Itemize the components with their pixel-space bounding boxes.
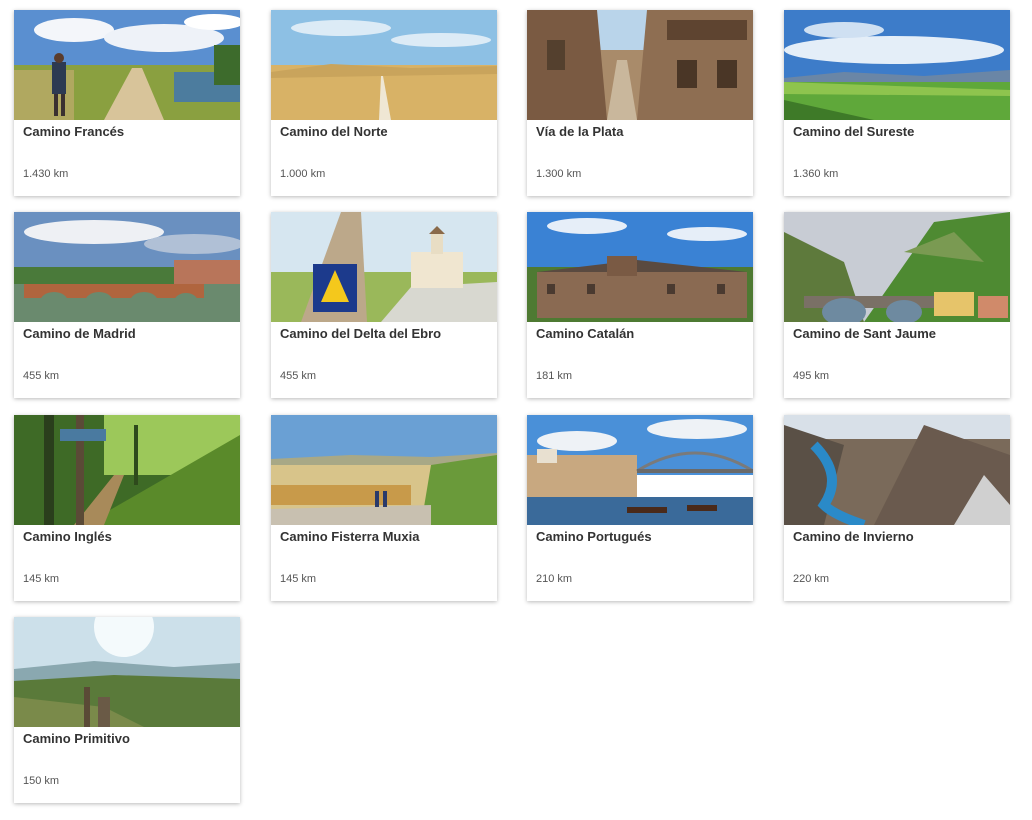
route-distance: 1.300 km bbox=[536, 168, 582, 180]
route-photo bbox=[527, 212, 753, 322]
route-photo bbox=[14, 415, 240, 525]
route-photo bbox=[14, 617, 240, 727]
route-card-primitivo[interactable]: Camino Primitivo 150 km bbox=[14, 617, 240, 803]
route-name: Vía de la Plata bbox=[536, 124, 624, 139]
route-photo bbox=[271, 415, 497, 525]
route-photo bbox=[784, 10, 1010, 120]
route-distance: 145 km bbox=[280, 573, 317, 585]
route-name: Camino del Delta del Ebro bbox=[280, 326, 442, 341]
route-distance: 495 km bbox=[793, 370, 830, 382]
route-name: Camino de Sant Jaume bbox=[793, 326, 937, 341]
route-card-fisterra-muxia[interactable]: Camino Fisterra Muxia 145 km bbox=[271, 415, 497, 601]
route-card-portugues[interactable]: Camino Portugués 210 km bbox=[527, 415, 753, 601]
route-photo bbox=[14, 212, 240, 322]
route-photo bbox=[271, 10, 497, 120]
route-card-norte[interactable]: Camino del Norte 1.000 km bbox=[271, 10, 497, 196]
route-photo bbox=[784, 212, 1010, 322]
route-name: Camino Inglés bbox=[23, 529, 112, 544]
route-card-sureste[interactable]: Camino del Sureste 1.360 km bbox=[784, 10, 1010, 196]
route-name: Camino Portugués bbox=[536, 529, 652, 544]
route-photo bbox=[271, 212, 497, 322]
route-photo bbox=[527, 415, 753, 525]
route-distance: 1.000 km bbox=[280, 168, 326, 180]
route-distance: 210 km bbox=[536, 573, 573, 585]
route-card-catalan[interactable]: Camino Catalán 181 km bbox=[527, 212, 753, 398]
route-card-ingles[interactable]: Camino Inglés 145 km bbox=[14, 415, 240, 601]
route-card-plata[interactable]: Vía de la Plata 1.300 km bbox=[527, 10, 753, 196]
route-card-sant-jaume[interactable]: Camino de Sant Jaume 495 km bbox=[784, 212, 1010, 398]
route-distance: 150 km bbox=[23, 775, 60, 787]
route-name: Camino Catalán bbox=[536, 326, 635, 341]
route-card-madrid[interactable]: Camino de Madrid 455 km bbox=[14, 212, 240, 398]
route-photo bbox=[14, 10, 240, 120]
route-distance: 145 km bbox=[23, 573, 60, 585]
route-card-delta-ebro[interactable]: Camino del Delta del Ebro 455 km bbox=[271, 212, 497, 398]
route-name: Camino Francés bbox=[23, 124, 125, 139]
route-photo bbox=[527, 10, 753, 120]
route-name: Camino de Madrid bbox=[23, 326, 136, 341]
route-card-frances[interactable]: Camino Francés 1.430 km bbox=[14, 10, 240, 196]
route-photo bbox=[784, 415, 1010, 525]
route-name: Camino Primitivo bbox=[23, 731, 130, 746]
route-distance: 455 km bbox=[23, 370, 60, 382]
route-name: Camino del Norte bbox=[280, 124, 388, 139]
route-name: Camino Fisterra Muxia bbox=[280, 529, 420, 544]
route-distance: 181 km bbox=[536, 370, 573, 382]
routes-grid: Camino Francés 1.430 km Camino del Norte… bbox=[0, 0, 1032, 820]
route-distance: 455 km bbox=[280, 370, 317, 382]
route-name: Camino del Sureste bbox=[793, 124, 915, 139]
route-distance: 220 km bbox=[793, 573, 830, 585]
route-distance: 1.430 km bbox=[23, 168, 69, 180]
route-card-invierno[interactable]: Camino de Invierno 220 km bbox=[784, 415, 1010, 601]
route-name: Camino de Invierno bbox=[793, 529, 914, 544]
route-distance: 1.360 km bbox=[793, 168, 839, 180]
